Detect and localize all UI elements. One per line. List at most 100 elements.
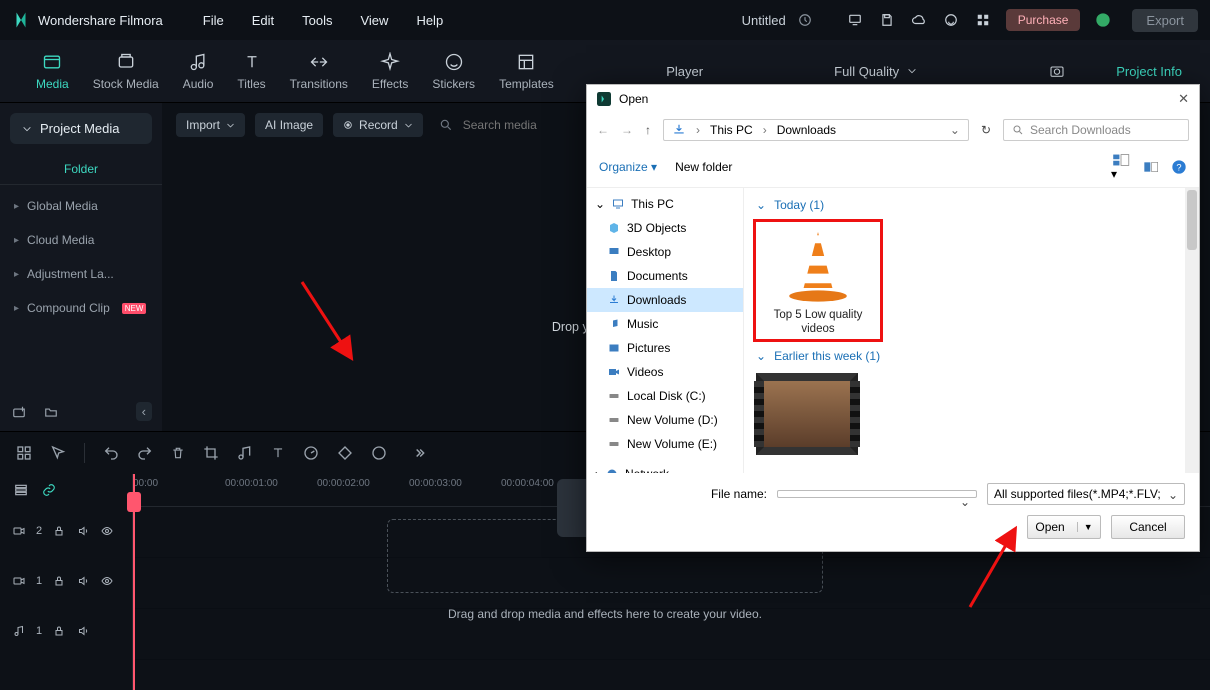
tree-3d-objects[interactable]: 3D Objects: [587, 216, 743, 240]
media-search[interactable]: [439, 117, 575, 133]
track-v2-header[interactable]: 2: [0, 506, 132, 556]
export-button[interactable]: Export: [1132, 9, 1198, 32]
menu-help[interactable]: Help: [416, 13, 443, 28]
tree-music[interactable]: Music: [587, 312, 743, 336]
media-search-input[interactable]: [461, 117, 575, 133]
import-button[interactable]: Import: [176, 113, 245, 137]
file-type-select[interactable]: All supported files(*.MP4;*.FLV;⌄: [987, 483, 1185, 505]
quality-dropdown[interactable]: Full Quality: [834, 64, 917, 79]
cloud-icon[interactable]: [910, 11, 928, 29]
avatar-icon[interactable]: [1094, 11, 1112, 29]
tab-media[interactable]: Media: [36, 51, 69, 91]
tab-effects[interactable]: Effects: [372, 51, 408, 91]
tab-templates[interactable]: Templates: [499, 51, 554, 91]
track-v1-header[interactable]: 1: [0, 556, 132, 606]
view-mode-icon[interactable]: ▾: [1111, 153, 1131, 181]
sidebar-folder-tab[interactable]: Folder: [0, 154, 162, 185]
undo-icon[interactable]: [103, 445, 119, 461]
tree-network[interactable]: ›Network: [587, 462, 743, 473]
sidebar-item-compound-clip[interactable]: ▸Compound ClipNEW: [0, 291, 162, 325]
keyframe-icon[interactable]: [337, 445, 353, 461]
tree-volume-d[interactable]: New Volume (D:): [587, 408, 743, 432]
text-icon[interactable]: [271, 445, 285, 461]
record-button[interactable]: Record: [333, 113, 423, 137]
tree-volume-e[interactable]: New Volume (E:): [587, 432, 743, 456]
sidebar-heading[interactable]: Project Media: [10, 113, 152, 144]
file-name-input[interactable]: ⌄: [777, 490, 977, 498]
menu-tools[interactable]: Tools: [302, 13, 332, 28]
sync-icon[interactable]: [796, 11, 814, 29]
scrollbar[interactable]: [1185, 188, 1199, 473]
lock-icon[interactable]: [52, 525, 66, 537]
back-arrow-icon[interactable]: ←: [597, 123, 609, 137]
device-icon[interactable]: [846, 11, 864, 29]
tab-transitions[interactable]: Transitions: [290, 51, 348, 91]
tree-desktop[interactable]: Desktop: [587, 240, 743, 264]
track-a1-header[interactable]: 1: [0, 606, 132, 656]
mute-icon[interactable]: [76, 575, 90, 587]
menu-file[interactable]: File: [203, 13, 224, 28]
speed-icon[interactable]: [303, 445, 319, 461]
folder-add-icon[interactable]: [42, 403, 60, 421]
lock-icon[interactable]: [52, 575, 66, 587]
more-tools-icon[interactable]: [411, 446, 427, 460]
link-icon[interactable]: [40, 481, 58, 499]
new-bin-icon[interactable]: [10, 403, 28, 421]
ai-image-button[interactable]: AI Image: [255, 113, 323, 137]
visible-icon[interactable]: [100, 525, 114, 537]
close-button[interactable]: ✕: [1178, 91, 1189, 107]
redo-icon[interactable]: [137, 445, 153, 461]
apps-icon[interactable]: [974, 11, 992, 29]
tab-stock-media[interactable]: Stock Media: [93, 51, 159, 91]
forward-arrow-icon[interactable]: →: [621, 123, 633, 137]
refresh-icon[interactable]: ↻: [981, 123, 991, 137]
tab-audio[interactable]: Audio: [183, 51, 214, 91]
lock-icon[interactable]: [52, 625, 66, 637]
chevron-down-icon[interactable]: ⌄: [950, 123, 960, 137]
group-today[interactable]: ⌄Today (1): [750, 194, 1193, 216]
tree-local-disk-c[interactable]: Local Disk (C:): [587, 384, 743, 408]
organize-menu[interactable]: Organize ▾: [599, 160, 657, 174]
mute-icon[interactable]: [76, 525, 90, 537]
document-title[interactable]: Untitled: [742, 13, 786, 28]
purchase-button[interactable]: Purchase: [1006, 9, 1081, 31]
snapshot-icon[interactable]: [1048, 62, 1066, 80]
open-split-arrow[interactable]: ▼: [1077, 522, 1093, 532]
track-manage-icon[interactable]: [12, 481, 30, 499]
tab-stickers[interactable]: Stickers: [432, 51, 475, 91]
save-icon[interactable]: [878, 11, 896, 29]
dialog-search[interactable]: Search Downloads: [1003, 119, 1189, 141]
help-icon[interactable]: ?: [1171, 159, 1187, 175]
delete-icon[interactable]: [171, 445, 185, 461]
tree-this-pc[interactable]: ⌄This PC: [587, 192, 743, 216]
path-bar[interactable]: › This PC › Downloads ⌄: [663, 119, 969, 141]
sidebar-item-adjustment-layer[interactable]: ▸Adjustment La...: [0, 257, 162, 291]
crop-icon[interactable]: [203, 445, 219, 461]
up-arrow-icon[interactable]: ↑: [645, 123, 651, 137]
tab-titles[interactable]: Titles: [237, 51, 265, 91]
tree-documents[interactable]: Documents: [587, 264, 743, 288]
sidebar-item-cloud-media[interactable]: ▸Cloud Media: [0, 223, 162, 257]
collapse-sidebar-button[interactable]: ‹: [136, 402, 152, 421]
file-list[interactable]: ⌄Today (1) Top 5 Low quality videos ⌄Ear…: [744, 188, 1199, 473]
tree-videos[interactable]: Videos: [587, 360, 743, 384]
new-folder-button[interactable]: New folder: [675, 160, 732, 174]
color-icon[interactable]: [371, 445, 387, 461]
playhead[interactable]: [133, 474, 135, 690]
mute-icon[interactable]: [76, 625, 90, 637]
support-icon[interactable]: [942, 11, 960, 29]
layout-icon[interactable]: [16, 445, 32, 461]
tree-downloads[interactable]: Downloads: [587, 288, 743, 312]
folder-tree[interactable]: ⌄This PC 3D Objects Desktop Documents Do…: [587, 188, 744, 473]
open-button[interactable]: Open▼: [1027, 515, 1101, 539]
file-item-highlighted[interactable]: Top 5 Low quality videos: [754, 220, 882, 341]
group-earlier[interactable]: ⌄Earlier this week (1): [750, 345, 1193, 367]
cancel-button[interactable]: Cancel: [1111, 515, 1185, 539]
preview-pane-icon[interactable]: [1143, 160, 1159, 174]
file-item[interactable]: [756, 373, 858, 455]
visible-icon[interactable]: [100, 575, 114, 587]
menu-edit[interactable]: Edit: [252, 13, 274, 28]
tree-pictures[interactable]: Pictures: [587, 336, 743, 360]
audio-edit-icon[interactable]: [237, 445, 253, 461]
sidebar-item-global-media[interactable]: ▸Global Media: [0, 189, 162, 223]
